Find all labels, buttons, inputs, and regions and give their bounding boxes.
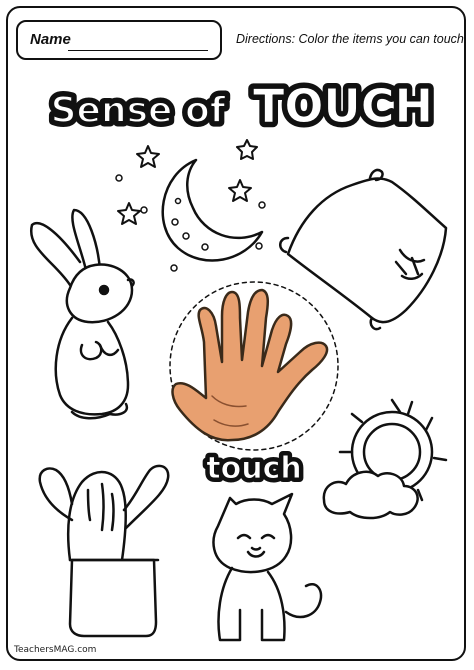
title-part-2-fill: TOUCH <box>253 79 433 133</box>
name-label: Name <box>30 31 71 48</box>
name-line <box>68 50 208 51</box>
page-title: Sense of Sense of TOUCH TOUCH <box>46 74 438 138</box>
svg-text:touch: touch <box>206 451 301 486</box>
touch-label: touch touch <box>202 447 305 490</box>
name-field-box[interactable]: Name <box>16 20 222 60</box>
directions-text: Directions: Color the items you can touc… <box>236 32 468 46</box>
title-part-1-fill: Sense of <box>51 90 226 131</box>
footer-credit: TeachersMAG.com <box>14 645 97 655</box>
